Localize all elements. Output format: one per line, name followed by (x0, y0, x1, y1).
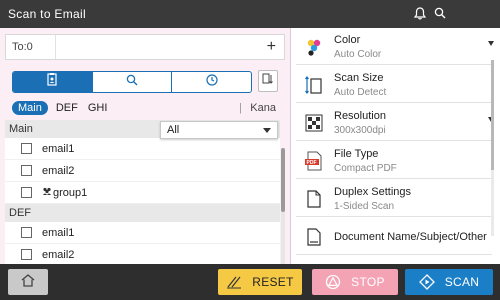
address-tabs (12, 71, 252, 93)
stop-icon (325, 274, 341, 290)
index-separator: | (239, 102, 242, 114)
checkbox[interactable] (21, 165, 32, 176)
setting-name: Resolution (334, 110, 386, 122)
scan-size-icon (304, 75, 324, 95)
item-label: email1 (42, 226, 75, 239)
header-icons (412, 5, 448, 21)
checkbox[interactable] (21, 143, 32, 154)
home-button[interactable] (8, 269, 48, 295)
item-label: group1 (53, 186, 88, 199)
search-icon (126, 73, 138, 91)
checkbox[interactable] (21, 249, 32, 260)
svg-text:PDF: PDF (307, 160, 317, 166)
checkbox[interactable] (21, 227, 32, 238)
index-kana[interactable]: Kana (250, 102, 276, 114)
filter-dropdown[interactable]: All (160, 121, 278, 139)
reset-button[interactable]: RESET (218, 269, 302, 295)
setting-name: Duplex Settings (334, 186, 412, 198)
list-item[interactable]: group1 (5, 182, 280, 204)
setting-value: Auto Detect (334, 87, 387, 98)
add-destination-button[interactable]: + (267, 38, 276, 56)
list-item[interactable]: email1 (5, 138, 280, 160)
index-def[interactable]: DEF (56, 102, 78, 114)
settings-panel: Color Auto Color Scan Size Auto Detect R… (292, 28, 500, 264)
sort-button[interactable] (258, 70, 278, 92)
setting-file-type[interactable]: PDF File Type Compact PDF (296, 142, 492, 179)
scan-icon (418, 274, 435, 290)
reset-label: RESET (252, 275, 294, 289)
address-book-tab[interactable] (13, 72, 93, 92)
list-scrollbar[interactable] (281, 148, 285, 268)
duplex-icon (304, 189, 324, 209)
scroll-thumb[interactable] (491, 60, 494, 170)
bottom-bar: RESET STOP SCAN (0, 264, 500, 300)
item-label: email2 (42, 248, 75, 261)
document-icon (304, 227, 324, 247)
setting-scan-size[interactable]: Scan Size Auto Detect (296, 66, 492, 103)
setting-name: Scan Size (334, 72, 384, 84)
reset-icon (226, 275, 242, 289)
group-icon (42, 187, 52, 198)
index-main[interactable]: Main (12, 101, 48, 115)
title-bar: Scan to Email (0, 0, 500, 28)
stop-button[interactable]: STOP (312, 269, 398, 295)
setting-color[interactable]: Color Auto Color (296, 28, 494, 65)
destination-panel: To:0 + Main DEF GHI | Kana Main email1 e… (0, 28, 291, 268)
sort-icon (262, 72, 274, 91)
scan-label: SCAN (444, 275, 480, 289)
setting-duplex[interactable]: Duplex Settings 1-Sided Scan (296, 180, 492, 217)
setting-name: Color (334, 34, 361, 46)
checkbox[interactable] (21, 187, 32, 198)
index-ghi[interactable]: GHI (88, 102, 108, 114)
destination-count: To:0 (6, 35, 56, 59)
address-book-icon (47, 73, 57, 91)
scroll-thumb[interactable] (281, 148, 285, 212)
resolution-icon (304, 113, 324, 133)
list-item[interactable]: email2 (5, 160, 280, 182)
chevron-down-icon (488, 41, 494, 46)
search-tab[interactable] (93, 72, 173, 92)
list-item[interactable]: email1 (5, 222, 280, 244)
settings-scrollbar[interactable] (491, 60, 494, 236)
list-item[interactable]: email2 (5, 244, 280, 264)
color-icon (304, 37, 324, 57)
setting-name: Document Name/Subject/Other (334, 231, 487, 243)
setting-document-name[interactable]: Document Name/Subject/Other (296, 218, 492, 255)
setting-value: Compact PDF (334, 163, 397, 174)
bell-icon[interactable] (412, 5, 428, 21)
history-tab[interactable] (172, 72, 251, 92)
address-list: Main email1 email2 group1 DEF email1 ema… (5, 120, 280, 264)
chevron-down-icon (263, 128, 271, 133)
scan-button[interactable]: SCAN (405, 269, 493, 295)
setting-value: 300x300dpi (334, 125, 386, 136)
clock-icon (206, 73, 218, 91)
setting-name: File Type (334, 148, 379, 160)
search-icon[interactable] (432, 5, 448, 21)
pdf-icon: PDF (304, 151, 324, 171)
home-icon (21, 274, 35, 290)
destination-field[interactable]: To:0 + (5, 34, 285, 60)
setting-value: Auto Color (334, 49, 382, 60)
window-title: Scan to Email (8, 7, 86, 21)
section-header: DEF (5, 204, 280, 222)
filter-value: All (167, 124, 180, 136)
setting-resolution[interactable]: Resolution 300x300dpi (296, 104, 494, 141)
index-bar: Main DEF GHI | Kana (12, 100, 280, 116)
item-label: email1 (42, 142, 75, 155)
stop-label: STOP (351, 275, 385, 289)
item-label: email2 (42, 164, 75, 177)
setting-value: 1-Sided Scan (334, 201, 395, 212)
